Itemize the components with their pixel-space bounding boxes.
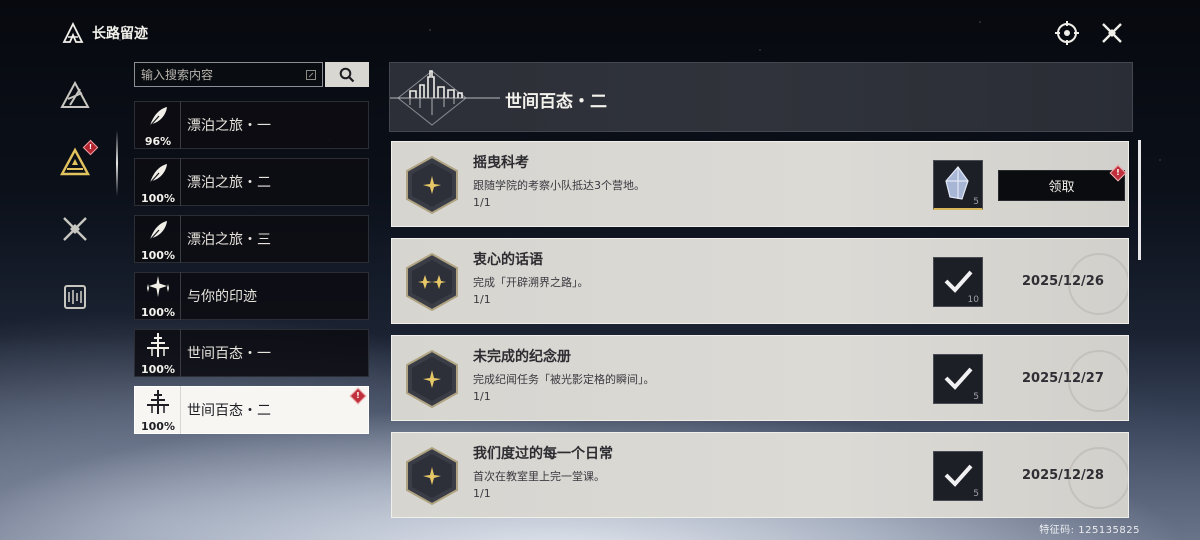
app-logo-icon <box>62 22 84 43</box>
triangle-emblem-icon <box>60 80 90 108</box>
completed-stamp <box>1068 350 1128 412</box>
category-name: 漂泊之旅・三 <box>187 232 271 248</box>
achievement-progress: 1/1 <box>473 390 491 403</box>
feather-icon <box>149 221 167 241</box>
category-icon-box: 100% <box>135 215 181 263</box>
city-skyline-emblem-icon <box>390 70 500 126</box>
completed-stamp <box>1068 447 1128 509</box>
book-icon <box>64 285 86 309</box>
category-icon-box: 100% <box>135 386 181 434</box>
category-item[interactable]: 100% 与你的印迹 <box>134 272 369 320</box>
star-medal-icon <box>406 156 458 214</box>
category-icon-box: 100% <box>135 158 181 206</box>
category-percent: 100% <box>141 249 175 262</box>
category-percent: 96% <box>144 135 172 148</box>
achievement-title: 摇曳科考 <box>473 155 529 171</box>
category-name: 世间百态・一 <box>187 346 271 362</box>
header: 长路留迹 <box>62 22 148 44</box>
category-item-selected[interactable]: 100% 世间百态・二 ! <box>134 386 369 434</box>
page-title: 长路留迹 <box>92 26 148 42</box>
feather-icon <box>149 107 167 127</box>
reward-count: 10 <box>967 295 979 305</box>
rail-tab-combat[interactable] <box>44 204 106 254</box>
achievement-card: 衷心的话语 完成「开辟溯界之路」。 1/1 10 2025/12/26 <box>391 238 1129 324</box>
achievement-progress: 1/1 <box>473 487 491 500</box>
category-item[interactable]: 100% 世间百态・一 <box>134 329 369 377</box>
achievement-title: 未完成的纪念册 <box>473 349 571 365</box>
category-percent: 100% <box>141 192 175 205</box>
achievement-card: 我们度过的每一个日常 首次在教室里上完一堂课。 1/1 5 2025/12/28 <box>391 432 1129 518</box>
claim-button-label: 领取 <box>1048 180 1075 195</box>
tower-icon <box>146 390 169 414</box>
category-percent: 100% <box>141 306 175 319</box>
crosshair-icon <box>1055 21 1079 45</box>
category-item[interactable]: 100% 漂泊之旅・三 <box>134 215 369 263</box>
star-medal-icon <box>406 447 458 505</box>
category-item[interactable]: 96% 漂泊之旅・一 <box>134 101 369 149</box>
achievement-description: 完成纪闻任务「被光影定格的瞬间」。 <box>473 373 655 386</box>
search-box[interactable] <box>134 62 323 87</box>
achievement-progress: 1/1 <box>473 196 491 209</box>
category-item[interactable]: 100% 漂泊之旅・二 <box>134 158 369 206</box>
category-icon-box: 100% <box>135 272 181 320</box>
search-button[interactable] <box>325 62 369 87</box>
player-uid: 特征码: 125135825 <box>1039 525 1140 536</box>
list-scrollbar[interactable] <box>1138 140 1141 260</box>
reward-count: 5 <box>973 197 979 207</box>
notification-badge: ! <box>349 387 367 405</box>
reward-item-claimed[interactable]: 5 <box>933 451 983 501</box>
category-name: 世间百态・二 <box>187 403 271 419</box>
achievement-description: 跟随学院的考察小队抵达3个营地。 <box>473 179 645 192</box>
rail-tab-records[interactable] <box>44 272 106 322</box>
crossed-swords-icon <box>63 217 87 241</box>
edit-icon <box>306 69 316 80</box>
reward-count: 5 <box>973 489 979 499</box>
achievement-progress: 1/1 <box>473 293 491 306</box>
achievement-title: 我们度过的每一个日常 <box>473 446 613 462</box>
close-button[interactable] <box>1097 18 1127 48</box>
rail-tab-overview[interactable] <box>44 71 106 121</box>
star-medal-icon <box>406 350 458 408</box>
achievement-description: 完成「开辟溯界之路」。 <box>473 276 589 289</box>
target-button[interactable] <box>1052 18 1082 48</box>
rail-tab-achievements[interactable]: ! <box>44 130 118 196</box>
category-name: 漂泊之旅・二 <box>187 175 271 191</box>
reward-item[interactable]: 5 <box>933 160 983 210</box>
reward-item-claimed[interactable]: 5 <box>933 354 983 404</box>
search-input[interactable] <box>141 67 306 82</box>
category-banner: 世间百态・二 <box>389 62 1133 132</box>
achievement-card: 摇曳科考 跟随学院的考察小队抵达3个营地。 1/1 5 领取 ! <box>391 141 1129 227</box>
close-icon <box>1102 23 1122 43</box>
category-name: 漂泊之旅・一 <box>187 118 271 134</box>
category-percent: 100% <box>141 420 175 433</box>
tower-icon <box>146 333 169 357</box>
search-icon <box>339 67 355 82</box>
category-icon-box: 100% <box>135 329 181 377</box>
achievement-description: 首次在教室里上完一堂课。 <box>473 470 605 483</box>
reward-count: 5 <box>973 392 979 402</box>
achievement-title: 衷心的话语 <box>473 252 543 268</box>
sparkle-icon <box>146 276 169 297</box>
double-star-medal-icon <box>406 253 458 311</box>
completed-stamp <box>1068 253 1128 315</box>
feather-icon <box>149 164 167 184</box>
category-title: 世间百态・二 <box>505 92 607 112</box>
category-percent: 100% <box>141 363 175 376</box>
category-icon-box: 96% <box>135 101 181 149</box>
claim-button[interactable]: 领取 <box>998 170 1125 201</box>
category-name: 与你的印迹 <box>187 289 257 305</box>
reward-item-claimed[interactable]: 10 <box>933 257 983 307</box>
achievement-card: 未完成的纪念册 完成纪闻任务「被光影定格的瞬间」。 1/1 5 2025/12/… <box>391 335 1129 421</box>
